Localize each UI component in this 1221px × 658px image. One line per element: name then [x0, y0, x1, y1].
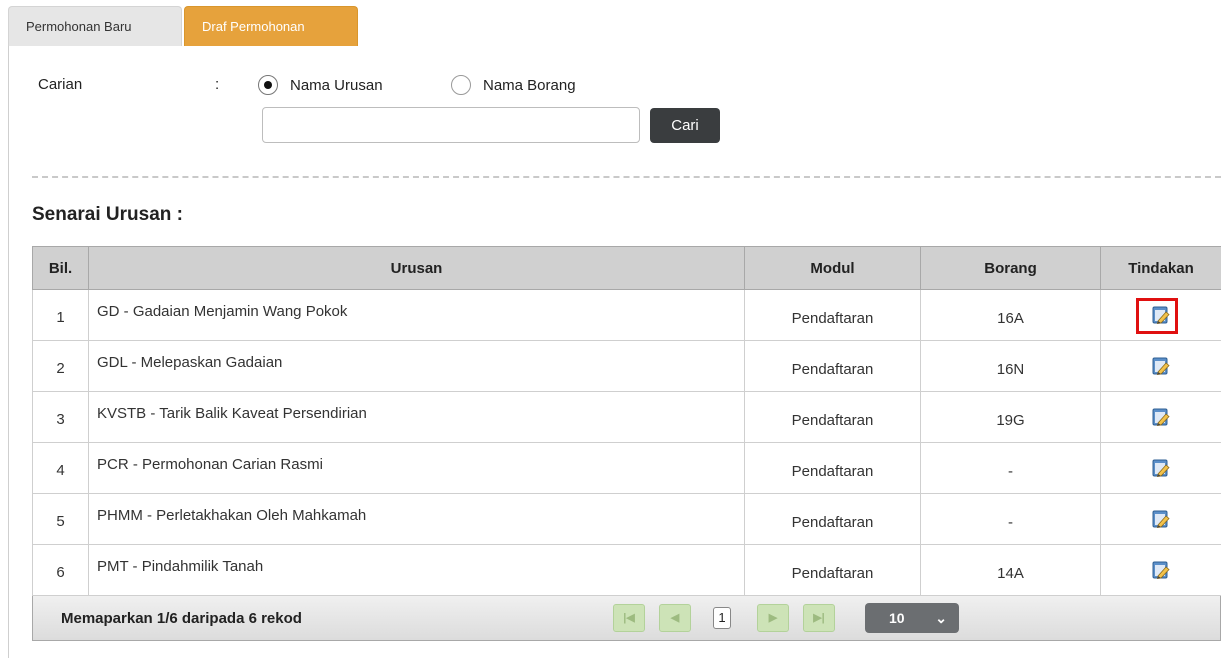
table-row: 6 PMT - Pindahmilik Tanah Pendaftaran 14… — [32, 544, 1221, 596]
search-label: Carian — [38, 76, 83, 93]
table-row: 1 GD - Gadaian Menjamin Wang Pokok Penda… — [32, 289, 1221, 341]
edit-icon[interactable] — [1151, 560, 1171, 580]
radio-option-nama-borang[interactable]: Nama Borang — [451, 74, 576, 96]
cell-urusan: PCR - Permohonan Carian Rasmi — [88, 442, 745, 494]
column-header-tindakan[interactable]: Tindakan — [1100, 246, 1221, 290]
cell-bil: 2 — [32, 340, 89, 392]
tab-draf-permohonan[interactable]: Draf Permohonan — [184, 6, 358, 46]
page-size-value: 10 — [889, 610, 905, 626]
chevron-down-icon: ⌄ — [935, 610, 947, 626]
section-divider — [32, 176, 1221, 178]
cell-modul: Pendaftaran — [744, 340, 921, 392]
table-row: 3 KVSTB - Tarik Balik Kaveat Persendiria… — [32, 391, 1221, 443]
cell-tindakan — [1100, 391, 1221, 443]
table-header-row: Bil. Urusan Modul Borang Tindakan — [32, 246, 1221, 290]
cell-bil: 3 — [32, 391, 89, 443]
search-button[interactable]: Cari — [650, 108, 720, 143]
search-input[interactable] — [262, 107, 640, 143]
cell-modul: Pendaftaran — [744, 442, 921, 494]
cell-urusan: PMT - Pindahmilik Tanah — [88, 544, 745, 596]
cell-borang: 16N — [920, 340, 1101, 392]
cell-modul: Pendaftaran — [744, 493, 921, 545]
column-header-urusan[interactable]: Urusan — [88, 246, 745, 290]
cell-borang: - — [920, 442, 1101, 494]
urusan-table: Bil. Urusan Modul Borang Tindakan 1 GD -… — [32, 246, 1221, 641]
cell-borang: 16A — [920, 289, 1101, 341]
radio-label-nama-urusan: Nama Urusan — [290, 76, 383, 94]
table-row: 5 PHMM - Perletakhakan Oleh Mahkamah Pen… — [32, 493, 1221, 545]
cell-tindakan — [1100, 493, 1221, 545]
cell-bil: 4 — [32, 442, 89, 494]
page-size-select[interactable]: 10 ⌄ — [865, 603, 959, 633]
cell-urusan: GDL - Melepaskan Gadaian — [88, 340, 745, 392]
first-page-button[interactable]: |◀ — [613, 604, 645, 632]
current-page-number[interactable]: 1 — [713, 607, 731, 629]
table-footer-pagination: Memaparkan 1/6 daripada 6 rekod |◀ ◀ 1 ▶… — [32, 596, 1221, 641]
radio-label-nama-borang: Nama Borang — [483, 76, 576, 94]
tab-permohonan-baru[interactable]: Permohonan Baru — [8, 6, 182, 46]
cell-urusan: PHMM - Perletakhakan Oleh Mahkamah — [88, 493, 745, 545]
last-page-button[interactable]: ▶| — [803, 604, 835, 632]
edit-icon[interactable] — [1151, 458, 1171, 478]
cell-modul: Pendaftaran — [744, 289, 921, 341]
column-header-borang[interactable]: Borang — [920, 246, 1101, 290]
cell-bil: 5 — [32, 493, 89, 545]
cell-borang: 19G — [920, 391, 1101, 443]
edit-icon[interactable] — [1151, 356, 1171, 376]
column-header-modul[interactable]: Modul — [744, 246, 921, 290]
edit-icon[interactable] — [1151, 407, 1171, 427]
table-row: 2 GDL - Melepaskan Gadaian Pendaftaran 1… — [32, 340, 1221, 392]
cell-urusan: KVSTB - Tarik Balik Kaveat Persendirian — [88, 391, 745, 443]
cell-borang: 14A — [920, 544, 1101, 596]
column-header-bil[interactable]: Bil. — [32, 246, 89, 290]
section-title: Senarai Urusan : — [32, 204, 183, 225]
search-label-colon: : — [215, 76, 220, 93]
radio-button-checked[interactable] — [258, 75, 278, 95]
cell-borang: - — [920, 493, 1101, 545]
cell-bil: 6 — [32, 544, 89, 596]
table-row: 4 PCR - Permohonan Carian Rasmi Pendafta… — [32, 442, 1221, 494]
cell-tindakan — [1100, 340, 1221, 392]
edit-icon[interactable] — [1151, 509, 1171, 529]
highlight-box — [1136, 298, 1178, 334]
cell-tindakan — [1100, 544, 1221, 596]
cell-tindakan — [1100, 289, 1221, 341]
radio-button-unchecked[interactable] — [451, 75, 471, 95]
cell-modul: Pendaftaran — [744, 391, 921, 443]
prev-page-button[interactable]: ◀ — [659, 604, 691, 632]
cell-modul: Pendaftaran — [744, 544, 921, 596]
cell-tindakan — [1100, 442, 1221, 494]
record-count-info: Memaparkan 1/6 daripada 6 rekod — [61, 610, 302, 627]
cell-bil: 1 — [32, 289, 89, 341]
next-page-button[interactable]: ▶ — [757, 604, 789, 632]
content-left-border — [8, 46, 9, 658]
tab-bar: Permohonan Baru Draf Permohonan — [8, 6, 358, 46]
cell-urusan: GD - Gadaian Menjamin Wang Pokok — [88, 289, 745, 341]
radio-option-nama-urusan[interactable]: Nama Urusan — [258, 74, 383, 96]
